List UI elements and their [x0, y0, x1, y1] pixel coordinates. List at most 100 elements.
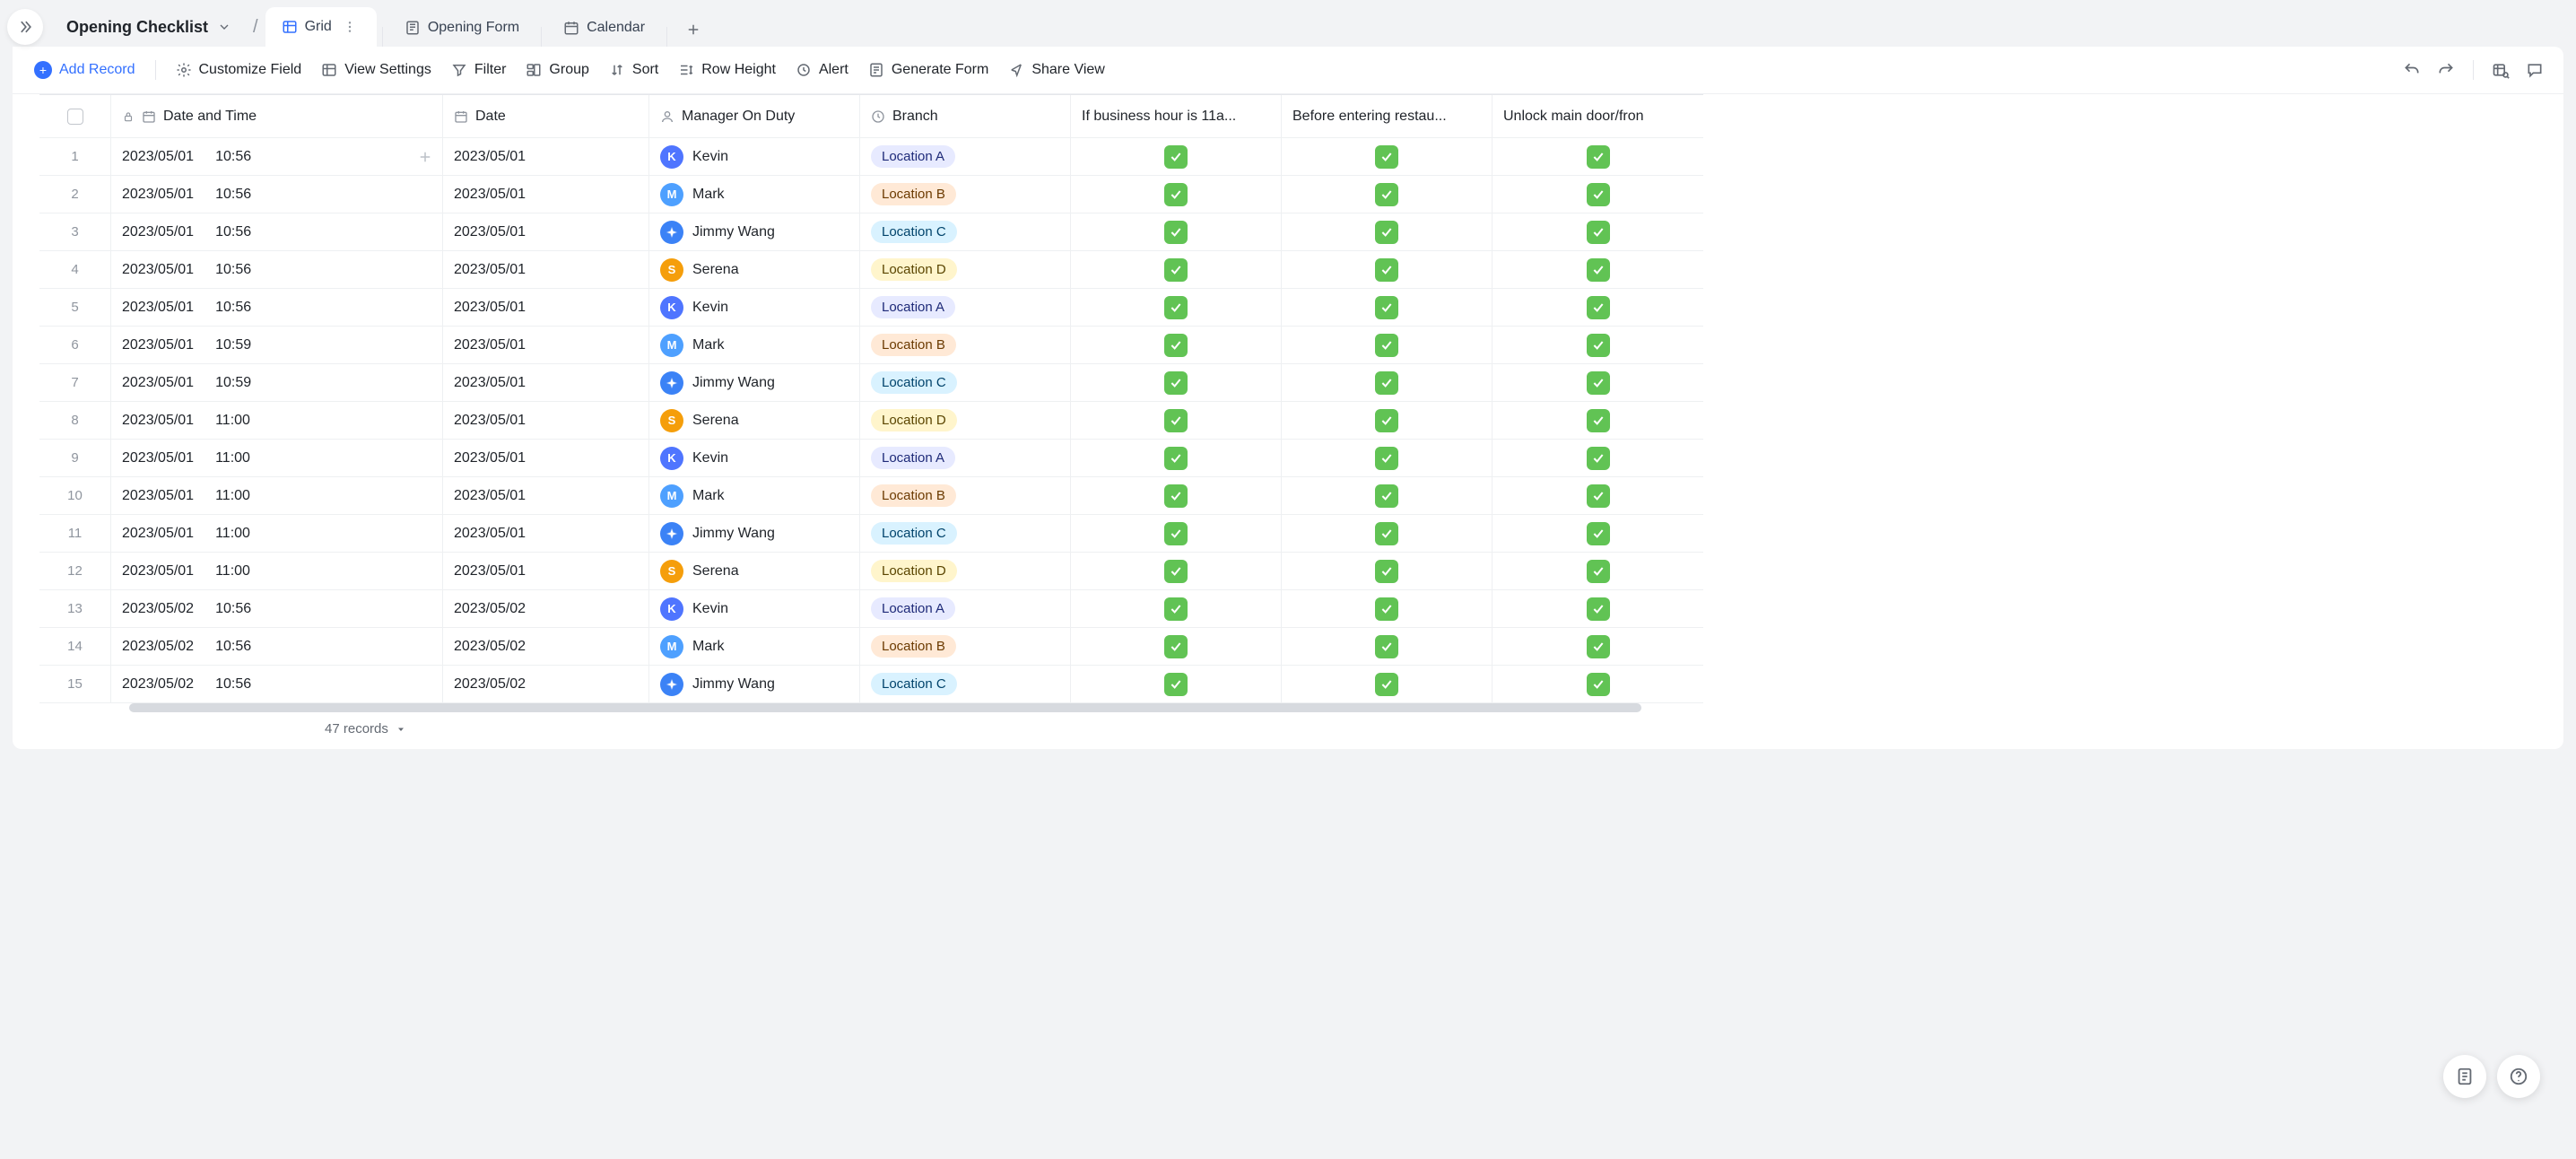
add-record-button[interactable]: + Add Record: [25, 56, 144, 84]
cell-date[interactable]: 2023/05/01: [443, 327, 649, 363]
cell-check-q1[interactable]: [1071, 666, 1282, 702]
tab-opening-form[interactable]: Opening Form: [388, 9, 535, 47]
cell-branch[interactable]: Location A: [860, 440, 1071, 476]
cell-check-q2[interactable]: [1282, 138, 1493, 175]
cell-check-q2[interactable]: [1282, 327, 1493, 363]
cell-check-q3[interactable]: [1493, 666, 1703, 702]
horizontal-scrollbar[interactable]: [129, 703, 2456, 712]
cell-check-q3[interactable]: [1493, 477, 1703, 514]
cell-datetime[interactable]: 2023/05/01 10:56: [111, 176, 443, 213]
table-row[interactable]: 14 2023/05/02 10:56 2023/05/02 M Mark Lo…: [39, 628, 1703, 666]
cell-branch[interactable]: Location C: [860, 364, 1071, 401]
cell-datetime[interactable]: 2023/05/01 11:00: [111, 440, 443, 476]
cell-check-q1[interactable]: [1071, 590, 1282, 627]
cell-check-q1[interactable]: [1071, 138, 1282, 175]
cell-branch[interactable]: Location A: [860, 138, 1071, 175]
records-grid[interactable]: Date and Time Date: [13, 94, 2563, 703]
record-panel-button[interactable]: [2443, 1055, 2486, 1098]
cell-check-q2[interactable]: [1282, 590, 1493, 627]
col-header-datetime[interactable]: Date and Time: [111, 95, 443, 137]
cell-date[interactable]: 2023/05/01: [443, 138, 649, 175]
customize-field-button[interactable]: Customize Field: [167, 57, 311, 83]
table-row[interactable]: 9 2023/05/01 11:00 2023/05/01 K Kevin Lo…: [39, 440, 1703, 477]
cell-check-q3[interactable]: [1493, 289, 1703, 326]
cell-check-q1[interactable]: [1071, 364, 1282, 401]
table-row[interactable]: 6 2023/05/01 10:59 2023/05/01 M Mark Loc…: [39, 327, 1703, 364]
filter-button[interactable]: Filter: [442, 57, 516, 83]
table-row[interactable]: 5 2023/05/01 10:56 2023/05/01 K Kevin Lo…: [39, 289, 1703, 327]
cell-manager[interactable]: M Mark: [649, 628, 860, 665]
cell-check-q1[interactable]: [1071, 251, 1282, 288]
col-header-q1[interactable]: If business hour is 11a...: [1071, 95, 1282, 137]
cell-check-q2[interactable]: [1282, 214, 1493, 250]
cell-manager[interactable]: M Mark: [649, 477, 860, 514]
cell-check-q3[interactable]: [1493, 251, 1703, 288]
table-row[interactable]: 2 2023/05/01 10:56 2023/05/01 M Mark Loc…: [39, 176, 1703, 214]
cell-date[interactable]: 2023/05/01: [443, 553, 649, 589]
cell-check-q3[interactable]: [1493, 440, 1703, 476]
cell-date[interactable]: 2023/05/02: [443, 628, 649, 665]
cell-check-q2[interactable]: [1282, 364, 1493, 401]
cell-check-q2[interactable]: [1282, 289, 1493, 326]
cell-check-q2[interactable]: [1282, 628, 1493, 665]
cell-date[interactable]: 2023/05/01: [443, 515, 649, 552]
comments-button[interactable]: [2519, 56, 2551, 84]
cell-datetime[interactable]: 2023/05/01 11:00: [111, 402, 443, 439]
help-button[interactable]: [2497, 1055, 2540, 1098]
sort-button[interactable]: Sort: [600, 57, 667, 83]
col-header-q2[interactable]: Before entering restau...: [1282, 95, 1493, 137]
table-row[interactable]: 1 2023/05/01 10:56 2023/05/01 K Kevin Lo…: [39, 138, 1703, 176]
cell-manager[interactable]: K Kevin: [649, 590, 860, 627]
cell-check-q3[interactable]: [1493, 138, 1703, 175]
tab-grid[interactable]: Grid: [265, 7, 377, 47]
cell-check-q2[interactable]: [1282, 251, 1493, 288]
cell-branch[interactable]: Location A: [860, 590, 1071, 627]
share-view-button[interactable]: Share View: [999, 57, 1114, 83]
cell-branch[interactable]: Location B: [860, 327, 1071, 363]
cell-manager[interactable]: Jimmy Wang: [649, 214, 860, 250]
table-title-dropdown[interactable]: Opening Checklist: [52, 9, 246, 46]
table-row[interactable]: 3 2023/05/01 10:56 2023/05/01 Jimmy Wang…: [39, 214, 1703, 251]
cell-check-q3[interactable]: [1493, 628, 1703, 665]
cell-check-q1[interactable]: [1071, 515, 1282, 552]
cell-manager[interactable]: Jimmy Wang: [649, 666, 860, 702]
tab-calendar[interactable]: Calendar: [547, 9, 661, 47]
col-header-date[interactable]: Date: [443, 95, 649, 137]
cell-datetime[interactable]: 2023/05/01 10:59: [111, 327, 443, 363]
cell-datetime[interactable]: 2023/05/02 10:56: [111, 590, 443, 627]
cell-date[interactable]: 2023/05/01: [443, 477, 649, 514]
cell-date[interactable]: 2023/05/01: [443, 176, 649, 213]
search-records-button[interactable]: [2485, 56, 2517, 84]
cell-datetime[interactable]: 2023/05/01 11:00: [111, 515, 443, 552]
cell-manager[interactable]: Jimmy Wang: [649, 364, 860, 401]
cell-branch[interactable]: Location A: [860, 289, 1071, 326]
cell-check-q2[interactable]: [1282, 402, 1493, 439]
cell-datetime[interactable]: 2023/05/01 10:59: [111, 364, 443, 401]
cell-check-q1[interactable]: [1071, 327, 1282, 363]
cell-check-q1[interactable]: [1071, 289, 1282, 326]
cell-check-q3[interactable]: [1493, 515, 1703, 552]
cell-branch[interactable]: Location D: [860, 553, 1071, 589]
cell-check-q2[interactable]: [1282, 176, 1493, 213]
cell-manager[interactable]: S Serena: [649, 553, 860, 589]
table-row[interactable]: 7 2023/05/01 10:59 2023/05/01 Jimmy Wang…: [39, 364, 1703, 402]
cell-date[interactable]: 2023/05/02: [443, 666, 649, 702]
cell-check-q3[interactable]: [1493, 214, 1703, 250]
cell-check-q2[interactable]: [1282, 477, 1493, 514]
cell-manager[interactable]: K Kevin: [649, 440, 860, 476]
cell-branch[interactable]: Location C: [860, 515, 1071, 552]
cell-manager[interactable]: M Mark: [649, 327, 860, 363]
cell-date[interactable]: 2023/05/01: [443, 251, 649, 288]
cell-check-q1[interactable]: [1071, 176, 1282, 213]
cell-datetime[interactable]: 2023/05/02 10:56: [111, 666, 443, 702]
expand-sidebar-button[interactable]: [7, 9, 43, 45]
cell-branch[interactable]: Location D: [860, 251, 1071, 288]
table-row[interactable]: 12 2023/05/01 11:00 2023/05/01 S Serena …: [39, 553, 1703, 590]
cell-branch[interactable]: Location D: [860, 402, 1071, 439]
cell-date[interactable]: 2023/05/01: [443, 289, 649, 326]
cell-datetime[interactable]: 2023/05/01 10:56: [111, 251, 443, 288]
cell-manager[interactable]: K Kevin: [649, 289, 860, 326]
cell-datetime[interactable]: 2023/05/01 11:00: [111, 553, 443, 589]
add-view-button[interactable]: [673, 13, 714, 47]
cell-date[interactable]: 2023/05/02: [443, 590, 649, 627]
